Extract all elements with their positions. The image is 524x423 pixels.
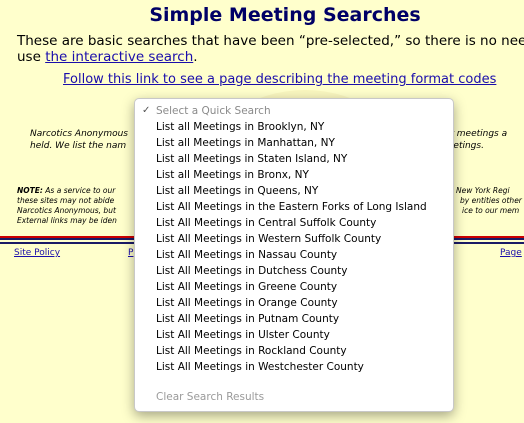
intro-line-1: These are basic searches that have been … — [17, 33, 524, 49]
quick-search-option[interactable]: List All Meetings in Greene County — [135, 279, 453, 295]
note-line-2-left: these sites may not abide — [17, 196, 115, 205]
quick-search-option[interactable]: List All Meetings in Ulster County — [135, 327, 453, 343]
na-line-2-left: held. We list the nam — [30, 141, 127, 151]
quick-search-option[interactable]: List All Meetings in Westchester County — [135, 359, 453, 375]
checkmark-icon: ✓ — [142, 105, 151, 116]
intro-use-text: use — [17, 49, 46, 65]
intro-paragraph: These are basic searches that have been … — [17, 33, 524, 65]
intro-line-2: use the interactive search. — [17, 49, 524, 65]
quick-search-option[interactable]: List All Meetings in Putnam County — [135, 311, 453, 327]
quick-search-option[interactable]: List all Meetings in Staten Island, NY — [135, 151, 453, 167]
quick-search-option[interactable]: List All Meetings in Western Suffolk Cou… — [135, 231, 453, 247]
page-title: Simple Meeting Searches — [149, 4, 421, 26]
note-line-1-left: As a service to our — [42, 186, 116, 195]
site-policy-link[interactable]: Site Policy — [14, 248, 60, 258]
quick-search-option[interactable]: List all Meetings in Queens, NY — [135, 183, 453, 199]
quick-search-option[interactable]: List all Meetings in Brooklyn, NY — [135, 119, 453, 135]
quick-search-option[interactable]: List All Meetings in Nassau County — [135, 247, 453, 263]
quick-search-option[interactable]: List all Meetings in Bronx, NY — [135, 167, 453, 183]
note-label: NOTE: — [17, 186, 43, 195]
note-line-3-left: Narcotics Anonymous, but — [17, 206, 116, 215]
quick-search-option[interactable]: List All Meetings in Central Suffolk Cou… — [135, 215, 453, 231]
quick-search-option[interactable]: List All Meetings in the Eastern Forks o… — [135, 199, 453, 215]
quick-search-options: List all Meetings in Brooklyn, NY List al… — [135, 119, 453, 375]
na-line-1-left: Narcotics Anonymous — [30, 129, 128, 139]
quick-search-dropdown-menu[interactable]: ✓ Select a Quick Search List all Meeting… — [134, 98, 454, 412]
placeholder-label: Select a Quick Search — [156, 105, 271, 117]
meeting-format-codes-link[interactable]: Follow this link to see a page describin… — [63, 72, 496, 87]
note-line-3-right: ice to our mem — [462, 206, 520, 215]
interactive-search-link[interactable]: the interactive search — [45, 49, 193, 65]
quick-search-option[interactable]: List All Meetings in Dutchess County — [135, 263, 453, 279]
quick-search-placeholder-option[interactable]: ✓ Select a Quick Search — [135, 103, 453, 119]
quick-search-option[interactable]: List all Meetings in Manhattan, NY — [135, 135, 453, 151]
footer-link-partial[interactable]: P — [128, 248, 133, 258]
quick-search-option[interactable]: List All Meetings in Orange County — [135, 295, 453, 311]
footer-page-link[interactable]: Page — [500, 248, 522, 258]
clear-search-results-option[interactable]: Clear Search Results — [135, 389, 453, 405]
intro-period: . — [193, 49, 198, 65]
note-line-4-left: External links may be iden — [17, 216, 117, 225]
menu-separator — [135, 375, 453, 389]
quick-search-option[interactable]: List All Meetings in Rockland County — [135, 343, 453, 359]
note-line-2-right: by entities other — [460, 196, 522, 205]
note-line-1-right: New York Regi — [456, 186, 510, 195]
